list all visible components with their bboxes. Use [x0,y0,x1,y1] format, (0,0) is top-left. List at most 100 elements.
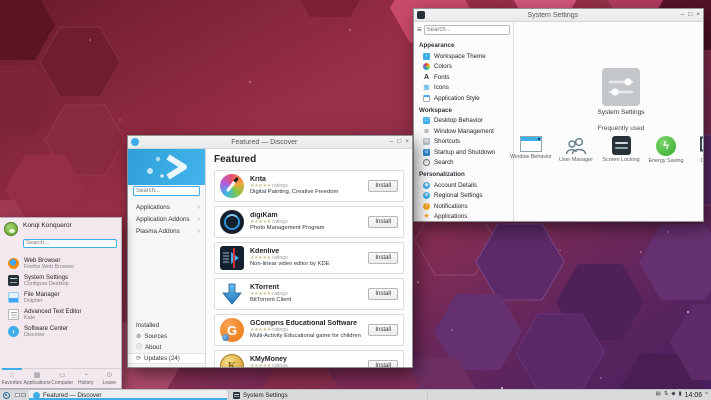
tab-applications[interactable]: ▦ Applications [24,369,51,388]
app-card-gcompris[interactable]: G GCompris Educational Software ★★★★★ ra… [214,314,404,346]
settings-item-workspace-theme[interactable]: › Workspace Theme [414,51,513,62]
kdenlive-icon [220,246,244,270]
app-name: KMyMoney [250,355,287,363]
window-behavior-icon [520,136,542,152]
settings-item-label: Regional Settings [434,192,483,200]
digital-clock[interactable]: 14:06 [685,392,703,399]
install-button[interactable]: Install [368,324,398,336]
launcher-icon [3,391,10,399]
settings-item-search[interactable]: ○ Search [414,158,513,169]
nav-applications[interactable]: Applications › [128,201,205,213]
task-discover[interactable]: Featured — Discover [28,390,228,400]
nav-label: About [145,344,162,351]
tab-leave[interactable]: ⊙ Leave [98,369,122,388]
install-button[interactable]: Install [368,252,398,264]
favorite-text-editor[interactable]: Advanced Text Editor Kate [0,306,121,323]
nav-about[interactable]: ⓘ About [128,342,205,353]
favorite-software-center[interactable]: › Software Center Discover [0,323,121,340]
install-button[interactable]: Install [368,180,398,192]
discover-window-title: Featured — Discover [231,138,298,146]
network-tray-icon[interactable]: ⇅ [664,392,669,398]
favorite-system-settings[interactable]: System Settings Configure Desktop [0,272,121,289]
favorite-file-manager[interactable]: File Manager Dolphin [0,289,121,306]
task-system-settings[interactable]: System Settings [228,390,428,400]
settings-item-regional-settings[interactable]: ⊕ Regional Settings [414,191,513,202]
frequent-energy-saving[interactable]: ϟ Energy Saving [648,136,684,164]
favorite-web-browser[interactable]: Web Browser Firefox Web Browser [0,255,121,272]
install-button[interactable]: Install [368,288,398,300]
tab-history[interactable]: ◔ History [74,369,98,388]
app-card-kmymoney[interactable]: K KMyMoney ★★★★★ ratings Personal Financ… [214,350,404,367]
app-card-ktorrent[interactable]: KTorrent ★★★★★ ratings BitTorrent Client… [214,278,404,310]
tray-expander-icon[interactable]: ^ [705,392,708,398]
frequent-screen-locking[interactable]: Screen Locking [602,136,640,164]
frequent-window-behavior[interactable]: Window Behavior [510,136,552,164]
maximize-icon[interactable]: □ [397,138,401,146]
virtual-desktop-pager[interactable] [13,390,28,400]
chevron-right-icon: › [197,203,200,211]
discover-search-input[interactable] [133,186,200,196]
settings-item-icons[interactable]: ▦ Icons [414,83,513,94]
discover-titlebar[interactable]: Featured — Discover – □ × [128,136,412,149]
settings-item-applications[interactable]: ★ Applications [414,212,513,222]
install-button[interactable]: Install [368,360,398,367]
frequent-label: Energy Saving [648,158,684,164]
settings-item-label: Applications [434,213,468,221]
clipboard-tray-icon[interactable]: ▤ [656,392,661,398]
settings-item-account-details[interactable]: ◉ Account Details [414,180,513,191]
settings-item-desktop-behavior[interactable]: ▭ Desktop Behavior [414,116,513,127]
tab-label: Applications [23,380,51,386]
battery-tray-icon[interactable]: ▮ [679,392,682,398]
frequent-user-manager[interactable]: User Manager [559,136,593,164]
nav-sources[interactable]: ⚙ Sources [128,331,205,342]
minimize-icon[interactable]: – [390,138,394,146]
user-avatar[interactable] [4,222,18,236]
close-icon[interactable]: × [405,138,409,146]
colors-icon [423,63,430,71]
settings-item-label: Desktop Behavior [434,117,483,125]
nav-updates[interactable]: ⟳ Updates (24) [128,353,205,364]
discover-sidebar: Applications › Application Addons › Plasma… [128,149,206,367]
volume-tray-icon[interactable]: ◆ [671,392,675,398]
app-card-krita[interactable]: Krita ★★★★★ ratings Digital Painting, Cr… [214,170,404,202]
applications-icon: ★ [423,213,430,221]
app-card-kdenlive[interactable]: Kdenlive ★★★★★ ratings Non-linear video … [214,242,404,274]
section-header-appearance: Appearance [419,42,455,49]
favorite-subtitle: Firefox Web Browser [24,264,75,270]
maximize-icon[interactable]: □ [688,11,692,19]
settings-item-startup-shutdown[interactable]: ⊙ Startup and Shutdown [414,147,513,158]
system-settings-titlebar[interactable]: System Settings – □ × [414,9,703,22]
system-settings-task-icon [233,391,240,399]
settings-item-label: Colors [434,63,452,71]
favorite-title: Web Browser [24,257,61,264]
settings-item-fonts[interactable]: A Fonts [414,72,513,83]
settings-item-window-management[interactable]: ≣ Window Management [414,126,513,137]
settings-search-input[interactable] [423,25,510,35]
close-icon[interactable]: × [696,11,700,19]
app-launcher-button[interactable] [0,390,13,400]
rating-count: ratings [272,182,288,189]
settings-item-shortcuts[interactable]: ▤ Shortcuts [414,137,513,148]
settings-item-notifications[interactable]: ! Notifications [414,201,513,212]
settings-item-application-style[interactable]: Application Style [414,93,513,104]
task-label: System Settings [243,391,288,399]
section-header-workspace: Workspace [419,106,452,114]
rating-stars-icon: ★★★★★ [250,218,271,225]
frequent-displays[interactable]: Displays [694,136,703,164]
desktop: System Settings – □ × ≡ Appearance › Work… [0,0,711,400]
hamburger-menu-icon[interactable]: ≡ [417,26,422,34]
tab-favorites[interactable]: ☆ Favorites [0,368,24,388]
nav-application-addons[interactable]: Application Addons › [128,213,205,225]
kickoff-search-input[interactable] [23,238,117,248]
settings-item-colors[interactable]: Colors [414,62,513,73]
firefox-icon [8,258,19,269]
tab-computer[interactable]: ▭ Computer [50,369,74,388]
nav-plasma-addons[interactable]: Plasma Addons › [128,225,205,237]
rating-count: ratings [272,290,288,297]
app-name: Kdenlive [250,247,280,255]
install-button[interactable]: Install [368,216,398,228]
app-card-digikam[interactable]: digiKam ★★★★★ ratings Photo Management P… [214,206,404,238]
gear-icon: ⚙ [136,333,142,340]
minimize-icon[interactable]: – [681,11,685,19]
nav-installed[interactable]: Installed [128,320,205,331]
